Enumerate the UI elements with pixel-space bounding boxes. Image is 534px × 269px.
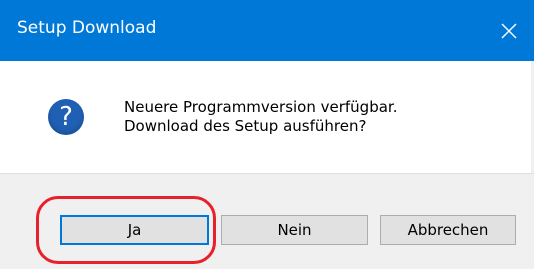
question-icon: ? bbox=[48, 99, 84, 135]
cancel-button[interactable]: Abbrechen bbox=[380, 215, 516, 245]
close-icon bbox=[501, 22, 517, 39]
title-bar: Setup Download bbox=[0, 0, 534, 61]
message-line-2: Download des Setup ausführen? bbox=[124, 117, 367, 135]
message-line-1: Neuere Programmversion verfügbar. bbox=[124, 98, 398, 116]
message-text: Neuere Programmversion verfügbar. Downlo… bbox=[124, 98, 397, 136]
window-title: Setup Download bbox=[17, 18, 157, 38]
message-area: ? Neuere Programmversion verfügbar. Down… bbox=[0, 61, 534, 173]
setup-download-dialog: Setup Download ? Neuere Programmversion … bbox=[0, 0, 534, 269]
close-button[interactable] bbox=[484, 0, 534, 61]
yes-button[interactable]: Ja bbox=[60, 215, 209, 245]
question-glyph: ? bbox=[59, 102, 73, 132]
no-button[interactable]: Nein bbox=[221, 215, 368, 245]
